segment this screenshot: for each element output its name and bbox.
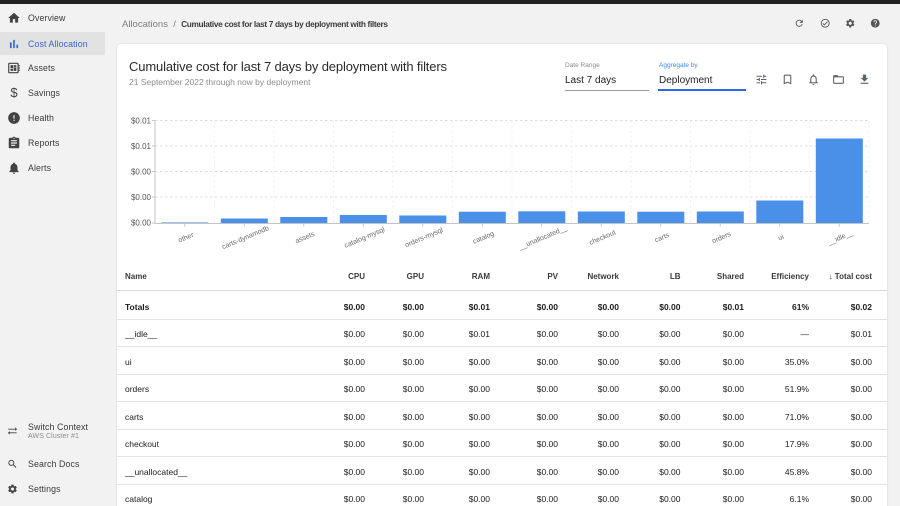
svg-text:carts-dynamodb: carts-dynamodb — [221, 225, 270, 251]
svg-text:checkout: checkout — [588, 229, 617, 246]
svg-text:catalog: catalog — [472, 230, 496, 245]
svg-text:other: other — [177, 232, 195, 245]
svg-text:orders: orders — [711, 231, 732, 245]
svg-text:$0.00: $0.00 — [131, 168, 152, 177]
svg-text:$0.00: $0.00 — [131, 193, 152, 202]
svg-text:ui: ui — [777, 234, 785, 243]
svg-text:__idle__: __idle__ — [826, 230, 854, 247]
svg-text:__unallocated__: __unallocated__ — [517, 225, 568, 252]
svg-text:assets: assets — [294, 231, 316, 246]
svg-text:carts: carts — [654, 232, 671, 245]
svg-text:$0.01: $0.01 — [131, 142, 152, 151]
svg-text:$0.01: $0.01 — [131, 117, 152, 126]
svg-text:catalog-mysql: catalog-mysql — [343, 226, 386, 249]
svg-text:orders-mysql: orders-mysql — [404, 227, 444, 249]
svg-text:$0.00: $0.00 — [131, 219, 152, 228]
